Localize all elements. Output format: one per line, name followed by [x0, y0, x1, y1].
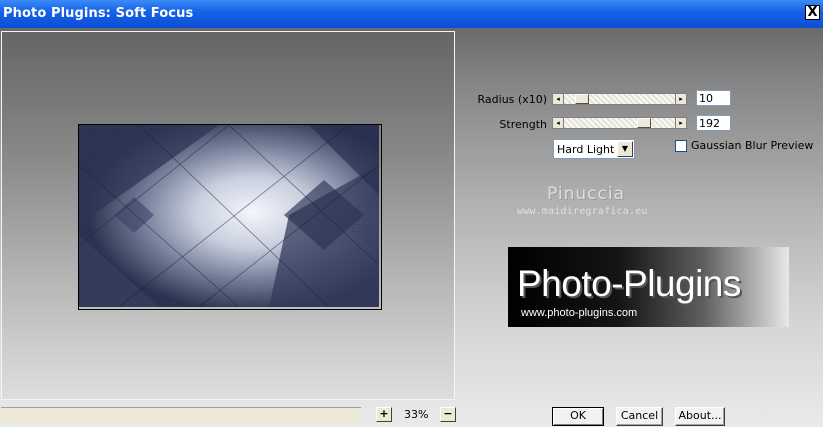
slider-right-arrow-icon[interactable]: ▸ [675, 94, 686, 104]
blend-mode-value: Hard Light [557, 143, 615, 156]
photo-plugins-logo: Photo-Plugins www.photo-plugins.com [508, 247, 789, 327]
radius-label: Radius (x10) [477, 93, 547, 106]
preview-artwork [79, 125, 379, 307]
title-bar: Photo Plugins: Soft Focus X [0, 0, 823, 28]
zoom-out-button[interactable]: − [440, 407, 456, 422]
slider-left-arrow-icon[interactable]: ◂ [553, 94, 564, 104]
close-icon: X [807, 5, 818, 20]
gaussian-blur-preview-label[interactable]: Gaussian Blur Preview [691, 139, 813, 152]
about-button[interactable]: About... [675, 407, 725, 426]
zoom-level: 33% [404, 408, 429, 421]
slider-left-arrow-icon[interactable]: ◂ [553, 118, 564, 128]
logo-url: www.photo-plugins.com [521, 307, 638, 319]
gaussian-blur-preview-checkbox[interactable] [675, 140, 687, 152]
minus-icon: − [443, 407, 453, 420]
strength-slider[interactable]: ◂ ▸ [552, 117, 687, 129]
zoom-in-button[interactable]: + [376, 407, 392, 422]
preview-pane[interactable] [1, 31, 455, 400]
radius-value-input[interactable]: 10 [696, 90, 731, 106]
cancel-button[interactable]: Cancel [616, 407, 663, 426]
ok-button[interactable]: OK [552, 407, 604, 426]
slider-right-arrow-icon[interactable]: ▸ [675, 118, 686, 128]
logo-title: Photo-Plugins [517, 263, 741, 304]
window-title: Photo Plugins: Soft Focus [3, 6, 194, 21]
plus-icon: + [379, 407, 389, 420]
preview-image [78, 124, 382, 310]
blend-mode-select[interactable]: Hard Light ▼ [553, 139, 635, 159]
strength-value-input[interactable]: 192 [696, 115, 731, 131]
horizontal-scrollbar[interactable] [1, 407, 361, 422]
close-button[interactable]: X [805, 5, 820, 20]
radius-slider-thumb[interactable] [575, 94, 589, 104]
watermark-url: www.maidiregrafica.eu [517, 206, 648, 217]
radius-slider[interactable]: ◂ ▸ [552, 93, 687, 105]
strength-slider-thumb[interactable] [637, 118, 651, 128]
strength-label: Strength [499, 118, 547, 131]
chevron-down-icon[interactable]: ▼ [617, 141, 633, 157]
watermark-name: Pinuccia [547, 184, 625, 204]
